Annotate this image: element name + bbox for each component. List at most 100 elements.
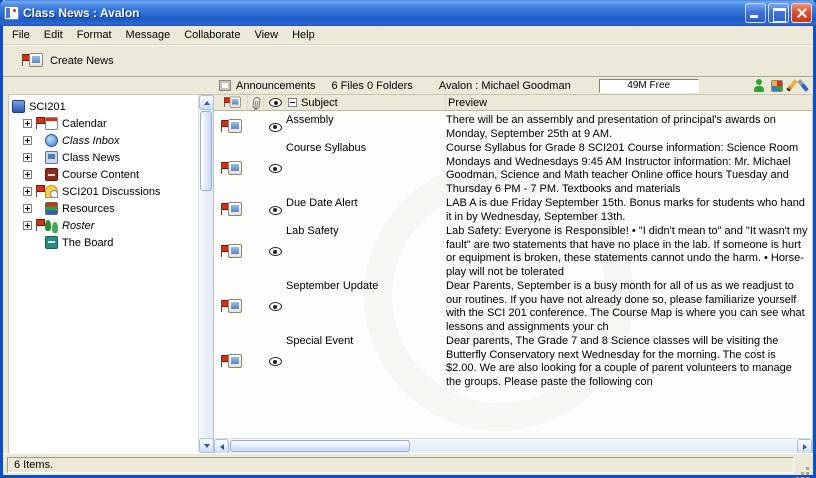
account-name: Avalon : Michael Goodman [439, 80, 571, 92]
tree-item-resources[interactable]: Resources [12, 200, 198, 217]
tree-item-label: The Board [62, 237, 113, 249]
tree-item-label: Calendar [62, 118, 107, 130]
news-message-icon [222, 96, 241, 109]
expand-plus-icon[interactable] [23, 221, 32, 230]
preview-cell: Course Syllabus for Grade 8 SCI201 Cours… [446, 141, 812, 196]
tree-item-course-content[interactable]: Course Content [12, 166, 198, 183]
scroll-down-button[interactable] [199, 438, 214, 453]
tree-item-roster[interactable]: Roster [12, 217, 198, 234]
message-list: Assembly There will be an assembly and p… [214, 111, 812, 438]
tree-item-the-board[interactable]: The Board [12, 234, 198, 251]
resources-icon [45, 202, 58, 215]
eye-icon [269, 206, 282, 215]
expand-plus-icon[interactable] [23, 187, 32, 196]
tree-item-sci201-discussions[interactable]: SCI201 Discussions [12, 183, 198, 200]
news-message-icon [219, 119, 243, 135]
paperclip-icon [252, 96, 261, 109]
menu-item-help[interactable]: Help [285, 27, 322, 43]
read-column-header[interactable] [264, 95, 286, 111]
preview-header-label: Preview [448, 97, 487, 109]
board-icon [45, 236, 58, 249]
scroll-left-button[interactable] [214, 439, 229, 454]
list-row-september-update[interactable]: September Update Dear Parents, September… [214, 279, 812, 334]
book-icon [45, 168, 58, 181]
list-row-special-event[interactable]: Special Event Dear parents, The Grade 7 … [214, 334, 812, 389]
list-row-due-date-alert[interactable]: Due Date Alert LAB A is due Friday Septe… [214, 196, 812, 224]
resize-grip[interactable] [797, 458, 811, 472]
menu-bar: File Edit Format Message Collaborate Vie… [3, 26, 813, 45]
maximize-button[interactable] [768, 3, 789, 23]
tree-item-class-inbox[interactable]: Class Inbox [12, 132, 198, 149]
title-bar[interactable]: Class News : Avalon [0, 0, 816, 26]
expand-plus-icon[interactable] [23, 153, 32, 162]
brush-icon[interactable] [797, 79, 808, 92]
list-row-assembly[interactable]: Assembly There will be an assembly and p… [214, 113, 812, 141]
news-message-icon [219, 299, 243, 315]
attachment-cell [248, 196, 264, 224]
info-bar: Announcements 6 Files 0 Folders Avalon :… [3, 77, 813, 94]
palette-icon[interactable] [771, 80, 783, 92]
menu-item-format[interactable]: Format [70, 27, 119, 43]
preview-cell: Lab Safety: Everyone is Responsible! • "… [446, 224, 812, 279]
folder-tree: SCI201 Calendar [9, 95, 198, 453]
content-area: SCI201 Calendar [3, 94, 813, 453]
create-news-button[interactable]: Create News [13, 50, 121, 72]
tree-panel: SCI201 Calendar [8, 94, 214, 453]
minimize-button[interactable] [745, 3, 766, 23]
toolbar: Create News [3, 45, 813, 77]
list-row-lab-safety[interactable]: Lab Safety Lab Safety: Everyone is Respo… [214, 224, 812, 279]
scroll-right-button[interactable] [797, 439, 812, 454]
status-bar: 6 Items. [3, 453, 813, 475]
window-title: Class News : Avalon [23, 6, 745, 20]
expand-plus-icon[interactable] [23, 204, 32, 213]
menu-item-message[interactable]: Message [119, 27, 178, 43]
red-flag-icon [35, 185, 44, 198]
create-news-icon [20, 53, 44, 69]
close-button[interactable] [791, 3, 812, 23]
eye-icon [269, 123, 282, 132]
subject-column-header[interactable]: Subject [286, 95, 446, 111]
collapse-icon[interactable] [288, 98, 297, 107]
tree-item-calendar[interactable]: Calendar [12, 115, 198, 132]
tree-scrollbar[interactable] [198, 95, 213, 453]
expand-plus-icon[interactable] [23, 119, 32, 128]
scroll-thumb[interactable] [230, 440, 410, 452]
expand-plus-icon[interactable] [23, 136, 32, 145]
preview-column-header[interactable]: Preview [446, 95, 812, 111]
list-row-course-syllabus[interactable]: Course Syllabus Course Syllabus for Grad… [214, 141, 812, 196]
preview-cell: Dear parents, The Grade 7 and 8 Science … [446, 334, 812, 389]
menu-item-collaborate[interactable]: Collaborate [177, 27, 247, 43]
subject-cell: Assembly [286, 113, 446, 141]
inbox-icon [45, 134, 58, 147]
create-news-label: Create News [50, 55, 114, 67]
news-message-icon [219, 161, 243, 177]
tree-root[interactable]: SCI201 [12, 98, 198, 115]
flag-column-header[interactable] [214, 95, 248, 111]
subject-cell: Due Date Alert [286, 196, 446, 224]
menu-item-file[interactable]: File [5, 27, 37, 43]
horizontal-scrollbar[interactable] [214, 438, 812, 453]
attachment-cell [248, 113, 264, 141]
scroll-thumb[interactable] [200, 111, 212, 191]
roster-icon [45, 219, 58, 232]
person-icon[interactable] [754, 79, 764, 92]
eye-icon [269, 164, 282, 173]
news-message-icon [219, 354, 243, 370]
expand-plus-icon[interactable] [23, 170, 32, 179]
news-icon [45, 151, 58, 164]
red-flag-icon [35, 117, 44, 130]
preview-cell: Dear Parents, September is a busy month … [446, 279, 812, 334]
menu-item-edit[interactable]: Edit [37, 27, 70, 43]
scroll-up-button[interactable] [199, 95, 214, 110]
subject-cell: Course Syllabus [286, 141, 446, 196]
red-flag-icon [35, 219, 44, 232]
list-header: Subject Preview [214, 95, 812, 111]
file-folder-counts: 6 Files 0 Folders [332, 80, 413, 92]
eye-icon [269, 98, 282, 107]
attachment-cell [248, 279, 264, 334]
attachment-column-header[interactable] [248, 95, 264, 111]
attachment-cell [248, 141, 264, 196]
menu-item-view[interactable]: View [247, 27, 285, 43]
tree-item-class-news[interactable]: Class News [12, 149, 198, 166]
tree-item-label: Class Inbox [62, 135, 119, 147]
